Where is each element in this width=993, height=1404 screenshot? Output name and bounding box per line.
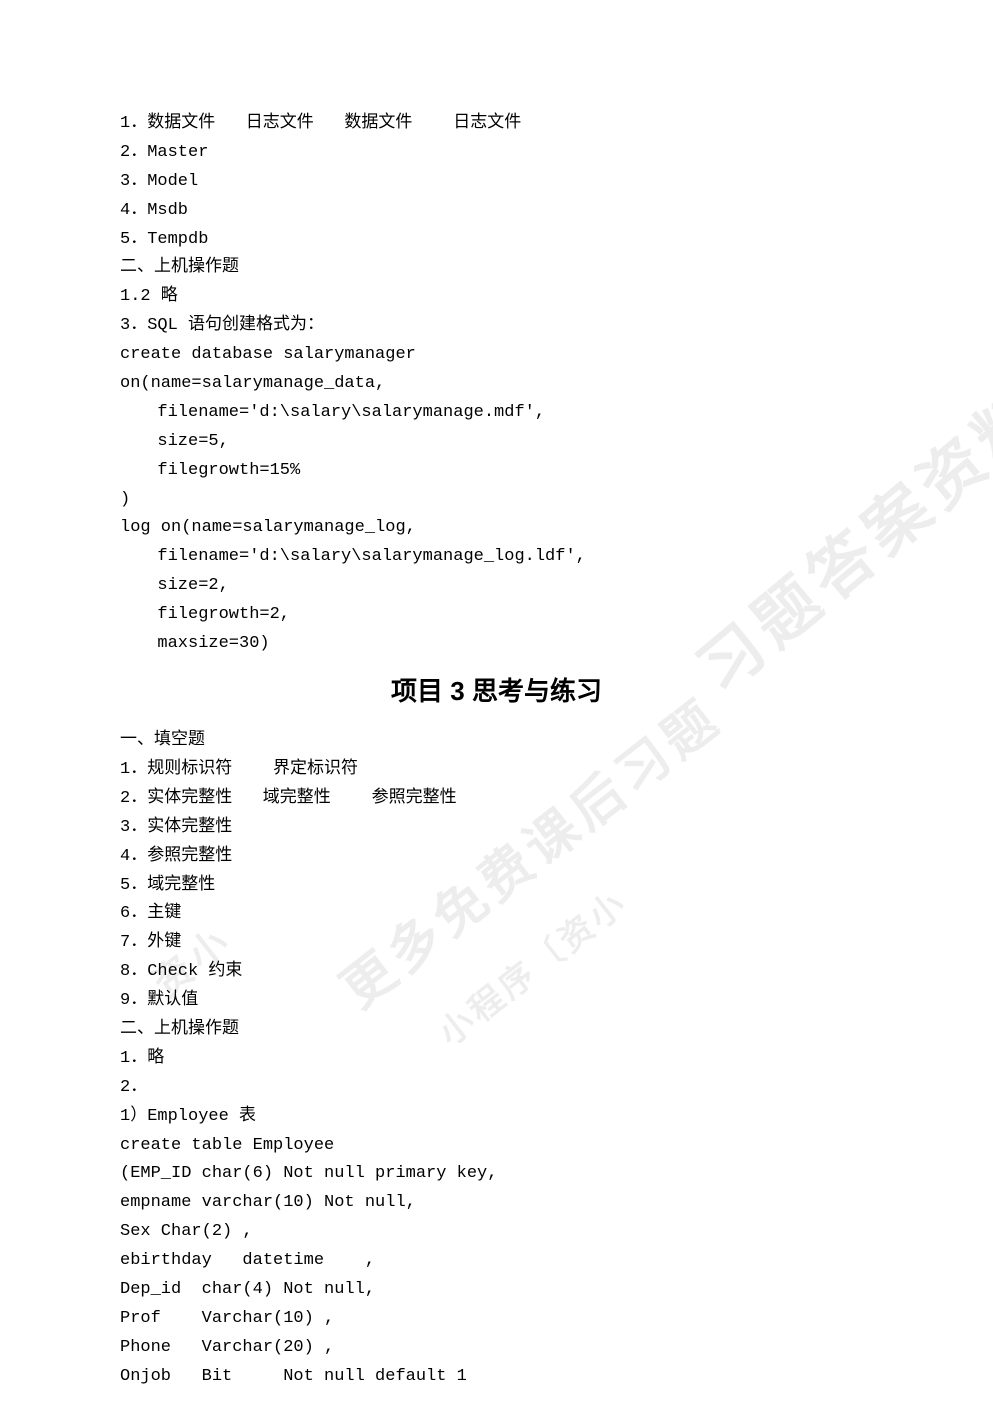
text-line: 1.2 略 — [120, 283, 873, 312]
heading-suffix: 思考与练习 — [465, 676, 602, 706]
text-line: 4．参照完整性 — [120, 843, 873, 872]
section-heading: 一、填空题 — [120, 727, 873, 756]
code-line: filegrowth=15% — [120, 457, 873, 486]
text-line: 1．数据文件 日志文件 数据文件 日志文件 — [120, 110, 873, 139]
text-line: 1．略 — [120, 1045, 873, 1074]
code-line: Sex Char(2) , — [120, 1218, 873, 1247]
code-line: create database salarymanager — [120, 341, 873, 370]
text-line: 3．Model — [120, 168, 873, 197]
heading-prefix: 项目 — [391, 676, 450, 706]
section-heading: 二、上机操作题 — [120, 1016, 873, 1045]
text-line: 2．Master — [120, 139, 873, 168]
text-line: 1．规则标识符 界定标识符 — [120, 756, 873, 785]
code-line: filegrowth=2, — [120, 601, 873, 630]
text-line: 4．Msdb — [120, 197, 873, 226]
code-line: size=5, — [120, 428, 873, 457]
code-line: Onjob Bit Not null default 1 — [120, 1363, 873, 1392]
text-line: 5．域完整性 — [120, 872, 873, 901]
code-line: (EMP_ID char(6) Not null primary key, — [120, 1160, 873, 1189]
text-line: 2． — [120, 1074, 873, 1103]
text-line: 9．默认值 — [120, 987, 873, 1016]
code-line: create table Employee — [120, 1132, 873, 1161]
code-line: size=2, — [120, 572, 873, 601]
project-heading: 项目 3 思考与练习 — [120, 669, 873, 713]
text-line: 2．实体完整性 域完整性 参照完整性 — [120, 785, 873, 814]
code-line: Phone Varchar(20) , — [120, 1334, 873, 1363]
code-line: Prof Varchar(10) , — [120, 1305, 873, 1334]
code-line: maxsize=30) — [120, 630, 873, 659]
text-line: 6．主键 — [120, 900, 873, 929]
code-line: Dep_id char(4) Not null, — [120, 1276, 873, 1305]
text-line: 8．Check 约束 — [120, 958, 873, 987]
text-line: 7．外键 — [120, 929, 873, 958]
text-line: 3．SQL 语句创建格式为： — [120, 312, 873, 341]
text-line: 1）Employee 表 — [120, 1103, 873, 1132]
text-line: 3．实体完整性 — [120, 814, 873, 843]
section-heading: 二、上机操作题 — [120, 254, 873, 283]
heading-number: 3 — [450, 676, 464, 706]
document-body: 1．数据文件 日志文件 数据文件 日志文件 2．Master 3．Model 4… — [120, 110, 873, 1392]
code-line: filename='d:\salary\salarymanage_log.ldf… — [120, 543, 873, 572]
code-line: ) — [120, 486, 873, 515]
code-line: empname varchar(10) Not null, — [120, 1189, 873, 1218]
code-line: on(name=salarymanage_data, — [120, 370, 873, 399]
code-line: log on(name=salarymanage_log, — [120, 514, 873, 543]
code-line: filename='d:\salary\salarymanage.mdf', — [120, 399, 873, 428]
text-line: 5．Tempdb — [120, 226, 873, 255]
code-line: ebirthday datetime , — [120, 1247, 873, 1276]
